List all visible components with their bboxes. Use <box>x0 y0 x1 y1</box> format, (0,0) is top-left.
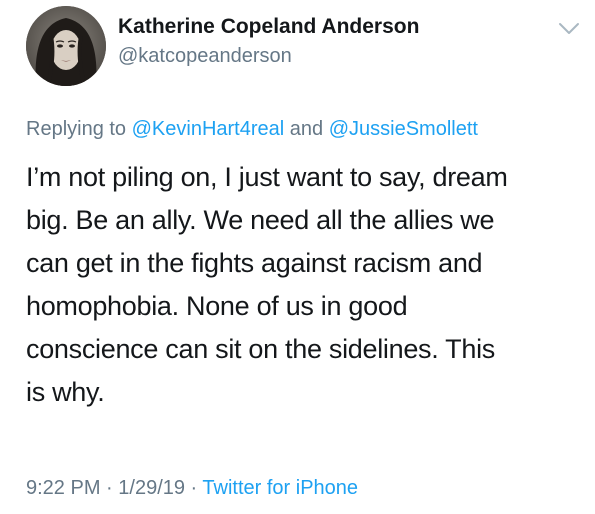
tweet-text-line: is why. <box>26 377 105 407</box>
author-name[interactable]: Katherine Copeland Anderson <box>118 15 419 39</box>
replying-to: Replying to @KevinHart4real and @JussieS… <box>26 118 478 141</box>
avatar[interactable] <box>26 6 106 86</box>
tweet-date[interactable]: 1/29/19 <box>118 477 185 499</box>
meta-separator: · <box>100 477 119 499</box>
tweet-text-line: can get in the fights against racism and <box>26 248 483 278</box>
tweet-text-line: homophobia. None of us in good <box>26 291 408 321</box>
mention-link[interactable]: @JussieSmollett <box>329 118 478 140</box>
tweet-text: I’m not piling on, I just want to say, d… <box>26 156 586 414</box>
tweet-text-line: big. Be an ally. We need all the allies … <box>26 205 495 235</box>
tweet-card: Katherine Copeland Anderson @katcopeande… <box>0 0 595 514</box>
tweet-text-line: I’m not piling on, I just want to say, d… <box>26 162 508 192</box>
tweet-source-link[interactable]: Twitter for iPhone <box>202 477 358 499</box>
meta-separator: · <box>185 477 203 499</box>
tweet-text-line: conscience can sit on the sidelines. Thi… <box>26 334 495 364</box>
tweet-time[interactable]: 9:22 PM <box>26 477 100 499</box>
replying-to-conjunction: and <box>284 118 329 140</box>
author-handle[interactable]: @katcopeanderson <box>118 45 292 68</box>
chevron-down-icon[interactable] <box>558 22 580 36</box>
mention-link[interactable]: @KevinHart4real <box>132 118 285 140</box>
replying-to-label: Replying to <box>26 118 132 140</box>
tweet-meta: 9:22 PM · 1/29/19 · Twitter for iPhone <box>26 477 358 500</box>
